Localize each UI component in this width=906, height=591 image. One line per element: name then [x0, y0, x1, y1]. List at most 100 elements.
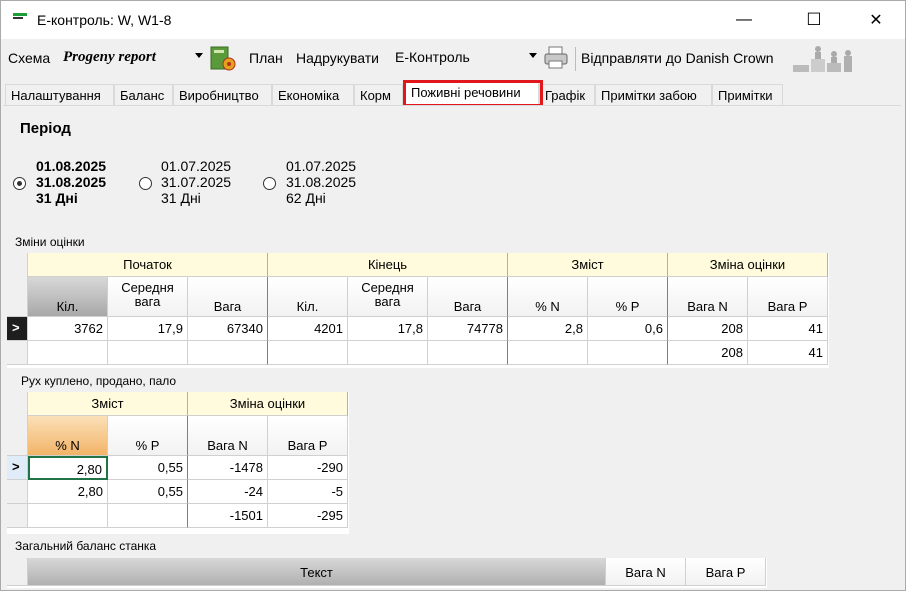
row-header[interactable] — [7, 341, 28, 365]
minimize-button[interactable]: — — [721, 1, 767, 39]
grid-overall-balance: Текст Вага N Вага P — [7, 558, 767, 588]
group-end: Кінець — [268, 253, 508, 277]
period-title: Період — [20, 120, 71, 137]
period-option-1[interactable]: 01.08.2025 31.08.2025 31 Дні — [36, 158, 106, 206]
plan-report-icon[interactable] — [209, 44, 237, 72]
table-cell[interactable]: 4201 — [268, 317, 348, 341]
tab-settings[interactable]: Налаштування — [5, 84, 114, 105]
app-window: E-контроль: W, W1-8 — ☐ ✕ Схема Progeny … — [0, 0, 906, 591]
table-cell[interactable] — [428, 341, 508, 365]
period-radio-2[interactable] — [139, 177, 152, 190]
row-header[interactable] — [7, 480, 28, 504]
table-cell[interactable]: 0,6 — [588, 317, 668, 341]
table-cell[interactable]: 0,55 — [108, 480, 188, 504]
row-marker[interactable]: > — [7, 456, 28, 480]
table-cell[interactable] — [188, 341, 268, 365]
table-cell[interactable] — [108, 341, 188, 365]
table-cell[interactable]: 17,9 — [108, 317, 188, 341]
table-cell[interactable] — [28, 341, 108, 365]
col-weight-n[interactable]: Вага N — [188, 416, 268, 456]
podium-icon[interactable] — [791, 43, 861, 75]
tab-feed[interactable]: Корм — [354, 84, 403, 105]
tab-economics[interactable]: Економіка — [272, 84, 354, 105]
grid-corner — [7, 253, 28, 317]
table-cell[interactable]: 2,80 — [28, 480, 108, 504]
table-cell[interactable] — [348, 341, 428, 365]
table-cell[interactable] — [588, 341, 668, 365]
grid-corner — [7, 558, 28, 586]
title-bar: E-контроль: W, W1-8 — ☐ ✕ — [1, 1, 905, 39]
tab-production[interactable]: Виробництво — [173, 84, 272, 105]
col-count-start[interactable]: Кіл. — [28, 277, 108, 317]
tab-slaughter-notes[interactable]: Примітки забою — [595, 84, 712, 105]
table-cell-selected[interactable]: 2,80 — [28, 456, 108, 480]
printer-icon[interactable] — [543, 46, 569, 70]
period-option-3[interactable]: 01.07.2025 31.08.2025 62 Дні — [286, 158, 356, 206]
grid3-caption: Загальний баланс станка — [15, 539, 157, 553]
highlight-frame — [403, 80, 543, 107]
table-cell[interactable] — [28, 504, 108, 528]
col-pct-p[interactable]: % P — [108, 416, 188, 456]
window-title: E-контроль: W, W1-8 — [37, 12, 172, 28]
col-weight-n[interactable]: Вага N — [668, 277, 748, 317]
period-radio-3[interactable] — [263, 177, 276, 190]
group-rating-change: Зміна оцінки — [668, 253, 828, 277]
col-weight-p[interactable]: Вага P — [686, 558, 766, 586]
table-cell[interactable]: 41 — [748, 317, 828, 341]
table-cell[interactable] — [268, 341, 348, 365]
col-text[interactable]: Текст — [28, 558, 606, 586]
col-pct-p[interactable]: % P — [588, 277, 668, 317]
row-marker[interactable]: > — [7, 317, 28, 341]
group-start: Початок — [28, 253, 268, 277]
col-weight-n[interactable]: Вага N — [606, 558, 686, 586]
print-combo[interactable]: E-Контроль — [391, 47, 539, 69]
schema-combo[interactable]: Progeny report — [59, 47, 205, 69]
table-cell[interactable]: 208 — [668, 341, 748, 365]
maximize-button[interactable]: ☐ — [791, 1, 837, 39]
table-cell[interactable]: -1478 — [188, 456, 268, 480]
tab-notes[interactable]: Примітки — [712, 84, 783, 105]
row-header[interactable] — [7, 504, 28, 528]
table-cell[interactable]: 41 — [748, 341, 828, 365]
chevron-down-icon — [195, 53, 203, 58]
table-cell[interactable]: -5 — [268, 480, 348, 504]
col-weight-start[interactable]: Вага — [188, 277, 268, 317]
table-cell[interactable] — [508, 341, 588, 365]
table-cell[interactable]: 0,55 — [108, 456, 188, 480]
table-cell[interactable]: -1501 — [188, 504, 268, 528]
table-cell[interactable]: -24 — [188, 480, 268, 504]
col-pct-n[interactable]: % N — [508, 277, 588, 317]
table-cell[interactable]: -295 — [268, 504, 348, 528]
col-count-end[interactable]: Кіл. — [268, 277, 348, 317]
tab-graph[interactable]: Графік — [539, 84, 595, 105]
col-weight-p[interactable]: Вага P — [748, 277, 828, 317]
period-option-2[interactable]: 01.07.2025 31.07.2025 31 Дні — [161, 158, 231, 206]
grid-corner — [7, 392, 28, 456]
close-button[interactable]: ✕ — [853, 1, 899, 39]
table-cell[interactable] — [108, 504, 188, 528]
print-value: E-Контроль — [395, 49, 470, 65]
col-pct-n[interactable]: % N — [28, 416, 108, 456]
table-cell[interactable]: 17,8 — [348, 317, 428, 341]
col-avg-weight-end[interactable]: Середня вага — [348, 277, 428, 317]
send-label[interactable]: Відправляти до Danish Crown — [581, 50, 774, 66]
table-cell[interactable]: 2,8 — [508, 317, 588, 341]
print-label: Надрукувати — [296, 50, 379, 66]
table-cell[interactable]: 208 — [668, 317, 748, 341]
tab-balance[interactable]: Баланс — [114, 84, 173, 105]
col-weight-end[interactable]: Вага — [428, 277, 508, 317]
table-cell[interactable]: 3762 — [28, 317, 108, 341]
table-cell[interactable]: 74778 — [428, 317, 508, 341]
plan-label[interactable]: План — [249, 50, 283, 66]
table-cell[interactable]: -290 — [268, 456, 348, 480]
table-cell[interactable]: 67340 — [188, 317, 268, 341]
chevron-down-icon — [529, 53, 537, 58]
schema-label: Схема — [8, 50, 51, 66]
app-icon — [13, 13, 27, 23]
group-rating-change: Зміна оцінки — [188, 392, 348, 416]
col-weight-p[interactable]: Вага P — [268, 416, 348, 456]
toolbar: Схема Progeny report План Надрукувати E-… — [1, 39, 905, 79]
period-radio-1[interactable] — [13, 177, 26, 190]
group-content: Зміст — [28, 392, 188, 416]
col-avg-weight-start[interactable]: Середня вага — [108, 277, 188, 317]
